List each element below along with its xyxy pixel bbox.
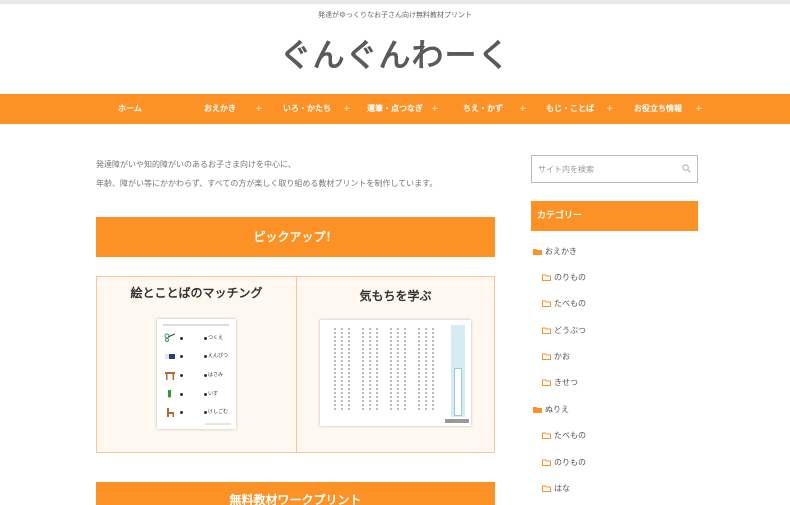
worksheet-footer-line	[205, 423, 231, 425]
eraser-icon	[165, 354, 175, 359]
category-item-doubutsu[interactable]: どうぶつ	[542, 324, 586, 338]
folder-outline-icon	[542, 379, 551, 386]
folder-outline-icon	[542, 485, 551, 492]
folder-outline-icon	[542, 300, 551, 307]
text-column	[390, 328, 392, 410]
text-column	[425, 328, 427, 410]
main-nav: ホーム おえかき + いろ・かたち + 運筆・点つなぎ + ちえ・かず + もじ…	[0, 94, 790, 124]
desk-icon	[165, 372, 175, 380]
text-column	[369, 328, 371, 410]
worksheet-answer-box	[454, 368, 462, 416]
text-column	[341, 328, 343, 410]
text-column	[348, 328, 350, 410]
category-label: かお	[554, 352, 570, 361]
match-word: えんぴつ	[208, 353, 229, 359]
folder-outline-icon	[542, 459, 551, 466]
nav-item-chie-kazu[interactable]: ちえ・かず	[440, 94, 526, 124]
match-dot	[204, 337, 207, 340]
card-title[interactable]: 絵とことばのマッチング	[97, 284, 296, 301]
category-label: たべもの	[554, 299, 586, 308]
nav-item-moji-kotoba[interactable]: もじ・ことば	[527, 94, 613, 124]
match-dot	[204, 393, 207, 396]
text-column	[432, 328, 434, 410]
match-word: けしごむ	[208, 409, 229, 415]
category-heading: カテゴリー	[531, 201, 698, 231]
category-item-kisetsu[interactable]: きせつ	[542, 376, 578, 390]
search-icon[interactable]	[682, 164, 691, 173]
category-label: おえかき	[545, 247, 577, 256]
scissors-icon	[164, 333, 176, 342]
text-column	[418, 328, 420, 410]
nav-item-iro-katachi[interactable]: いろ・かたち	[263, 94, 351, 124]
top-border	[0, 0, 790, 4]
nav-item-oyakudachi[interactable]: お役立ち情報	[614, 94, 702, 124]
category-item-nurie-norimono[interactable]: のりもの	[542, 456, 586, 470]
nav-expand-icon[interactable]: +	[606, 94, 614, 124]
nav-expand-icon[interactable]: +	[255, 94, 263, 124]
folder-outline-icon	[542, 353, 551, 360]
pickup-card-matching[interactable]: 絵とことばのマッチング つくえ えんぴつ はさみ いす けしごむ	[97, 277, 296, 452]
category-item-oekaki[interactable]: おえかき	[533, 245, 577, 259]
pencil-icon	[168, 390, 171, 399]
category-label: どうぶつ	[554, 326, 586, 335]
nav-expand-icon[interactable]: +	[519, 94, 527, 124]
intro-text: 発達障がいや知的障がいのあるお子さま向けを中心に、 年齢、障がい等にかかわらず、…	[96, 155, 506, 193]
category-item-kao[interactable]: かお	[542, 350, 570, 364]
match-dot	[204, 355, 207, 358]
text-column	[404, 328, 406, 410]
match-dot	[204, 411, 207, 414]
free-print-heading: 無料教材ワークプリント	[96, 482, 495, 505]
worksheet-footer-logo	[445, 419, 469, 423]
nav-item-oekaki[interactable]: おえかき	[180, 94, 260, 124]
category-label: のりもの	[554, 458, 586, 467]
worksheet-header-line	[163, 324, 229, 326]
intro-line: 発達障がいや知的障がいのあるお子さま向けを中心に、	[96, 160, 296, 169]
nav-item-unpitsu[interactable]: 運筆・点つなぎ	[352, 94, 438, 124]
search-input[interactable]	[532, 156, 672, 182]
pickup-heading: ピックアップ！	[96, 217, 495, 257]
site-tagline: 発達がゆっくりなお子さん向け無料教材プリント	[318, 11, 472, 19]
intro-line: 年齢、障がい等にかかわらず、すべての方が楽しく取り組める教材プリントを制作してい…	[96, 179, 438, 188]
match-word: つくえ	[208, 335, 224, 341]
nav-expand-icon[interactable]: +	[343, 94, 351, 124]
category-label: ぬりえ	[545, 405, 569, 414]
worksheet-thumbnail[interactable]	[320, 320, 471, 426]
worksheet-thumbnail[interactable]: つくえ えんぴつ はさみ いす けしごむ	[157, 319, 236, 429]
category-item-nurie-tabemono[interactable]: たべもの	[542, 429, 586, 443]
match-dot	[180, 355, 183, 358]
category-label: はな	[554, 484, 570, 493]
match-word: はさみ	[208, 372, 224, 378]
folder-icon	[533, 249, 542, 255]
match-dot	[180, 393, 183, 396]
text-column	[334, 328, 336, 410]
nav-expand-icon[interactable]: +	[695, 94, 703, 124]
folder-outline-icon	[542, 432, 551, 439]
match-dot	[180, 337, 183, 340]
category-item-hana[interactable]: はな	[542, 482, 570, 496]
category-label: のりもの	[554, 273, 586, 282]
pickup-cards: 絵とことばのマッチング つくえ えんぴつ はさみ いす けしごむ 気もちを学ぶ	[96, 276, 495, 453]
text-column	[397, 328, 399, 410]
folder-icon	[533, 407, 542, 413]
text-column	[376, 328, 378, 410]
folder-outline-icon	[542, 327, 551, 334]
card-title[interactable]: 気もちを学ぶ	[297, 287, 494, 304]
category-item-norimono[interactable]: のりもの	[542, 271, 586, 285]
folder-outline-icon	[542, 274, 551, 281]
site-title-logo[interactable]: ぐんぐんわーく	[0, 30, 790, 76]
site-search	[531, 155, 698, 183]
category-label: きせつ	[554, 378, 578, 387]
match-dot	[180, 411, 183, 414]
chair-icon	[167, 408, 174, 417]
category-item-nurie[interactable]: ぬりえ	[533, 403, 569, 417]
nav-item-home[interactable]: ホーム	[90, 94, 170, 124]
nav-expand-icon[interactable]: +	[431, 94, 439, 124]
category-label: たべもの	[554, 431, 586, 440]
match-word: いす	[208, 391, 219, 397]
category-item-tabemono[interactable]: たべもの	[542, 297, 586, 311]
match-dot	[180, 374, 183, 377]
text-column	[362, 328, 364, 410]
match-dot	[204, 374, 207, 377]
